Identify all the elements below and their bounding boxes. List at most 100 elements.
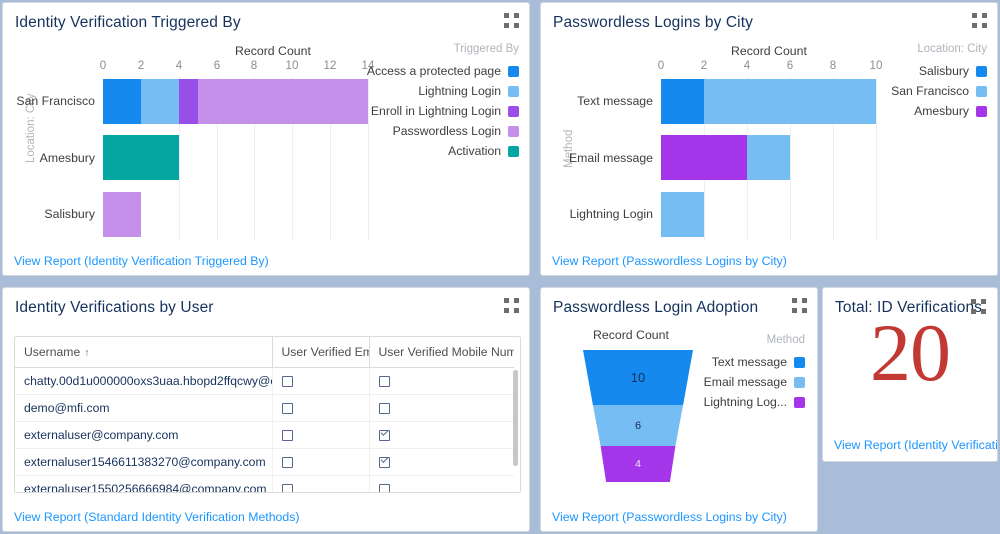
x-axis-title: Record Count bbox=[235, 44, 311, 58]
x-tick-0: 0 bbox=[657, 59, 665, 72]
legend-swatch-icon bbox=[794, 396, 805, 408]
legend-label: Lightning Login bbox=[418, 84, 501, 98]
legend-location-city: Location: City Salisbury San Francisco A… bbox=[869, 43, 987, 124]
cell-verified-email bbox=[272, 448, 370, 476]
checkbox-verified-email[interactable] bbox=[281, 484, 293, 492]
bar-segment-passwordless-login[interactable] bbox=[103, 192, 141, 237]
view-report-link[interactable]: View Report (Identity Verification Trigg… bbox=[14, 254, 269, 268]
panel-passwordless-logins-by-city: Passwordless Logins by City Record Count… bbox=[540, 2, 998, 276]
cell-username: externaluser1546611383270@company.com bbox=[15, 448, 273, 476]
cell-verified-mobile bbox=[369, 421, 514, 449]
bar-segment-san-francisco[interactable] bbox=[747, 135, 790, 180]
legend-swatch-icon bbox=[508, 65, 519, 77]
bar-row-lightning-login[interactable] bbox=[661, 192, 704, 237]
expand-icon[interactable] bbox=[792, 298, 807, 313]
panel-total-id-verifications: Total: ID Verifications 20 View Report (… bbox=[822, 287, 998, 462]
checkbox-verified-email[interactable] bbox=[281, 457, 293, 469]
legend-item-passwordless-login[interactable]: Passwordless Login bbox=[369, 124, 519, 138]
view-report-link[interactable]: View Report (Passwordless Logins by City… bbox=[552, 510, 787, 524]
legend-item-text-message[interactable]: Text message bbox=[683, 355, 805, 369]
legend-swatch-icon bbox=[976, 85, 987, 97]
legend-item-access-a-protected-page[interactable]: Access a protected page bbox=[367, 64, 519, 78]
legend-item-activation[interactable]: Activation bbox=[369, 144, 519, 158]
table-row[interactable]: chatty.00d1u000000oxs3uaa.hbopd2ffqcwy@c… bbox=[15, 367, 514, 395]
legend-swatch-icon bbox=[508, 105, 519, 117]
legend-item-email-message[interactable]: Email message bbox=[683, 375, 805, 389]
x-tick-10: 10 bbox=[285, 59, 299, 72]
x-tick-6: 6 bbox=[213, 59, 221, 72]
table-vertical-scrollbar[interactable] bbox=[513, 370, 518, 466]
bar-segment-lightning-login[interactable] bbox=[141, 79, 179, 124]
bar-segment-activation[interactable] bbox=[103, 135, 179, 180]
panel-passwordless-login-adoption: Passwordless Login Adoption Record Count… bbox=[540, 287, 818, 532]
bar-segment-passwordless-login[interactable] bbox=[198, 79, 368, 124]
bar-row-san-francisco[interactable] bbox=[103, 79, 368, 124]
table-row[interactable]: externaluser@company.com bbox=[15, 421, 514, 449]
expand-icon[interactable] bbox=[504, 298, 519, 313]
funnel-segment-email-message[interactable]: 6 bbox=[592, 405, 684, 446]
legend-label: Email message bbox=[703, 375, 787, 389]
bar-segment-access-a-protected-page[interactable] bbox=[103, 79, 141, 124]
funnel-segment-value: 10 bbox=[630, 370, 646, 385]
page-title: Passwordless Login Adoption bbox=[553, 299, 759, 316]
column-header-user-verified-mobile-number[interactable]: User Verified Mobile Number bbox=[369, 337, 514, 368]
legend-item-enroll-in-lightning-login[interactable]: Enroll in Lightning Login bbox=[369, 104, 519, 118]
legend-triggered-by: Triggered By Access a protected page Lig… bbox=[367, 43, 519, 164]
bar-row-text-message[interactable] bbox=[661, 79, 876, 124]
checkbox-verified-mobile[interactable] bbox=[378, 403, 390, 415]
checkbox-verified-mobile[interactable] bbox=[378, 484, 390, 492]
y-category-label: Email message bbox=[568, 151, 653, 165]
table-row[interactable]: demo@mfi.com bbox=[15, 394, 514, 422]
bar-segment-amesbury[interactable] bbox=[661, 135, 747, 180]
legend-title: Method bbox=[766, 334, 805, 346]
legend-label: Text message bbox=[711, 355, 787, 369]
y-category-label: Lightning Login bbox=[569, 207, 653, 221]
checkbox-verified-mobile[interactable] bbox=[378, 457, 390, 469]
funnel-segment-lightning-login[interactable]: 4 bbox=[600, 446, 676, 482]
legend-item-amesbury[interactable]: Amesbury bbox=[869, 104, 987, 118]
bar-row-email-message[interactable] bbox=[661, 135, 790, 180]
checkbox-verified-email[interactable] bbox=[281, 403, 293, 415]
view-report-link[interactable]: View Report (Passwordless Logins by City… bbox=[552, 254, 787, 268]
legend-swatch-icon bbox=[508, 145, 519, 157]
funnel-segment-text-message[interactable]: 10 bbox=[583, 350, 693, 405]
checkbox-verified-email[interactable] bbox=[281, 376, 293, 388]
page-title: Identity Verifications by User bbox=[15, 299, 214, 316]
panel-identity-verification-triggered-by: Identity Verification Triggered By Recor… bbox=[2, 2, 530, 276]
view-report-link[interactable]: View Report (Identity Verificati... bbox=[834, 438, 997, 452]
funnel-segment-value: 6 bbox=[634, 419, 642, 432]
column-header-label: User Verified Email bbox=[281, 345, 369, 359]
cell-verified-mobile bbox=[369, 394, 514, 422]
x-tick-4: 4 bbox=[743, 59, 751, 72]
table-row[interactable]: externaluser1550256666984@company.com bbox=[15, 475, 514, 492]
legend-method: Method Text message Email message Lightn… bbox=[683, 334, 805, 415]
bar-segment-san-francisco[interactable] bbox=[661, 192, 704, 237]
cell-verified-mobile bbox=[369, 367, 514, 395]
panel-identity-verifications-by-user: Identity Verifications by User Username ↑… bbox=[2, 287, 530, 532]
sort-ascending-icon[interactable]: ↑ bbox=[84, 347, 89, 359]
bar-segment-san-francisco[interactable] bbox=[704, 79, 876, 124]
checkbox-verified-email[interactable] bbox=[281, 430, 293, 442]
legend-label: Amesbury bbox=[914, 104, 969, 118]
funnel-value-label: Record Count bbox=[593, 328, 669, 342]
legend-title: Location: City bbox=[917, 43, 987, 55]
column-header-user-verified-email[interactable]: User Verified Email bbox=[272, 337, 370, 368]
legend-item-lightning-login[interactable]: Lightning Login bbox=[369, 84, 519, 98]
bar-segment-salisbury[interactable] bbox=[661, 79, 704, 124]
cell-verified-mobile bbox=[369, 448, 514, 476]
bar-row-salisbury[interactable] bbox=[103, 192, 141, 237]
legend-item-lightning-login[interactable]: Lightning Log... bbox=[683, 395, 805, 409]
legend-swatch-icon bbox=[508, 125, 519, 137]
cell-verified-email bbox=[272, 394, 370, 422]
table-row[interactable]: externaluser1546611383270@company.com bbox=[15, 448, 514, 476]
checkbox-verified-mobile[interactable] bbox=[378, 430, 390, 442]
legend-item-san-francisco[interactable]: San Francisco bbox=[869, 84, 987, 98]
cell-verified-email bbox=[272, 475, 370, 492]
checkbox-verified-mobile[interactable] bbox=[378, 376, 390, 388]
bar-row-amesbury[interactable] bbox=[103, 135, 179, 180]
column-header-username[interactable]: Username ↑ bbox=[15, 337, 273, 368]
bar-segment-enroll-in-lightning-login[interactable] bbox=[179, 79, 198, 124]
legend-item-salisbury[interactable]: Salisbury bbox=[869, 64, 987, 78]
chart-logins-by-city: Record Count Method 0 2 4 6 8 10 Text me… bbox=[541, 3, 997, 253]
view-report-link[interactable]: View Report (Standard Identity Verificat… bbox=[14, 510, 299, 524]
